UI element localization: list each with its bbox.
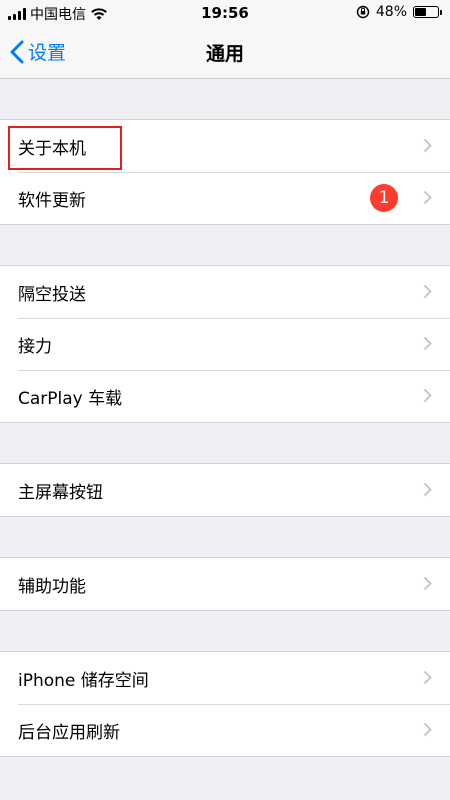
nav-bar: 设置 通用 [0, 26, 450, 79]
battery-icon [413, 6, 442, 18]
row-accessibility[interactable]: 辅助功能 [0, 558, 450, 610]
notification-badge: 1 [370, 184, 398, 212]
row-label: 隔空投送 [18, 284, 86, 305]
settings-group-3: 主屏幕按钮 [0, 463, 450, 517]
chevron-right-icon [423, 190, 432, 205]
row-label: CarPlay 车载 [18, 388, 123, 409]
row-label: 主屏幕按钮 [18, 482, 103, 503]
chevron-right-icon [423, 722, 432, 737]
row-airdrop[interactable]: 隔空投送 [0, 266, 450, 318]
battery-fill [415, 8, 426, 16]
chevron-right-icon [423, 670, 432, 685]
row-label: 后台应用刷新 [18, 722, 120, 743]
chevron-right-icon [423, 138, 432, 153]
chevron-right-icon [423, 284, 432, 299]
page-title: 通用 [205, 43, 244, 65]
settings-group-5: iPhone 储存空间 后台应用刷新 [0, 651, 450, 757]
row-label: 软件更新 [18, 190, 86, 211]
settings-list: 关于本机 软件更新 1 隔空投送 接力 CarPlay 车载 主屏幕按钮 辅助功… [0, 79, 450, 757]
orientation-lock-icon [356, 5, 370, 19]
row-carplay[interactable]: CarPlay 车载 [0, 370, 450, 422]
row-handoff[interactable]: 接力 [0, 318, 450, 370]
row-iphone-storage[interactable]: iPhone 储存空间 [0, 652, 450, 704]
row-label: iPhone 储存空间 [18, 670, 149, 691]
chevron-right-icon [423, 482, 432, 497]
settings-group-1: 关于本机 软件更新 1 [0, 119, 450, 225]
settings-group-2: 隔空投送 接力 CarPlay 车载 [0, 265, 450, 423]
row-about[interactable]: 关于本机 [0, 120, 450, 172]
status-bar: 中国电信 19:56 48% [0, 0, 450, 26]
highlight-box [8, 126, 122, 170]
status-right: 48% [356, 4, 442, 20]
chevron-right-icon [423, 336, 432, 351]
chevron-right-icon [423, 576, 432, 591]
row-home-button[interactable]: 主屏幕按钮 [0, 464, 450, 516]
battery-percent: 48% [375, 4, 407, 20]
row-label: 辅助功能 [18, 576, 86, 597]
row-background-refresh[interactable]: 后台应用刷新 [0, 704, 450, 756]
row-label: 接力 [18, 336, 52, 357]
row-software-update[interactable]: 软件更新 1 [0, 172, 450, 224]
settings-group-4: 辅助功能 [0, 557, 450, 611]
chevron-right-icon [423, 388, 432, 403]
